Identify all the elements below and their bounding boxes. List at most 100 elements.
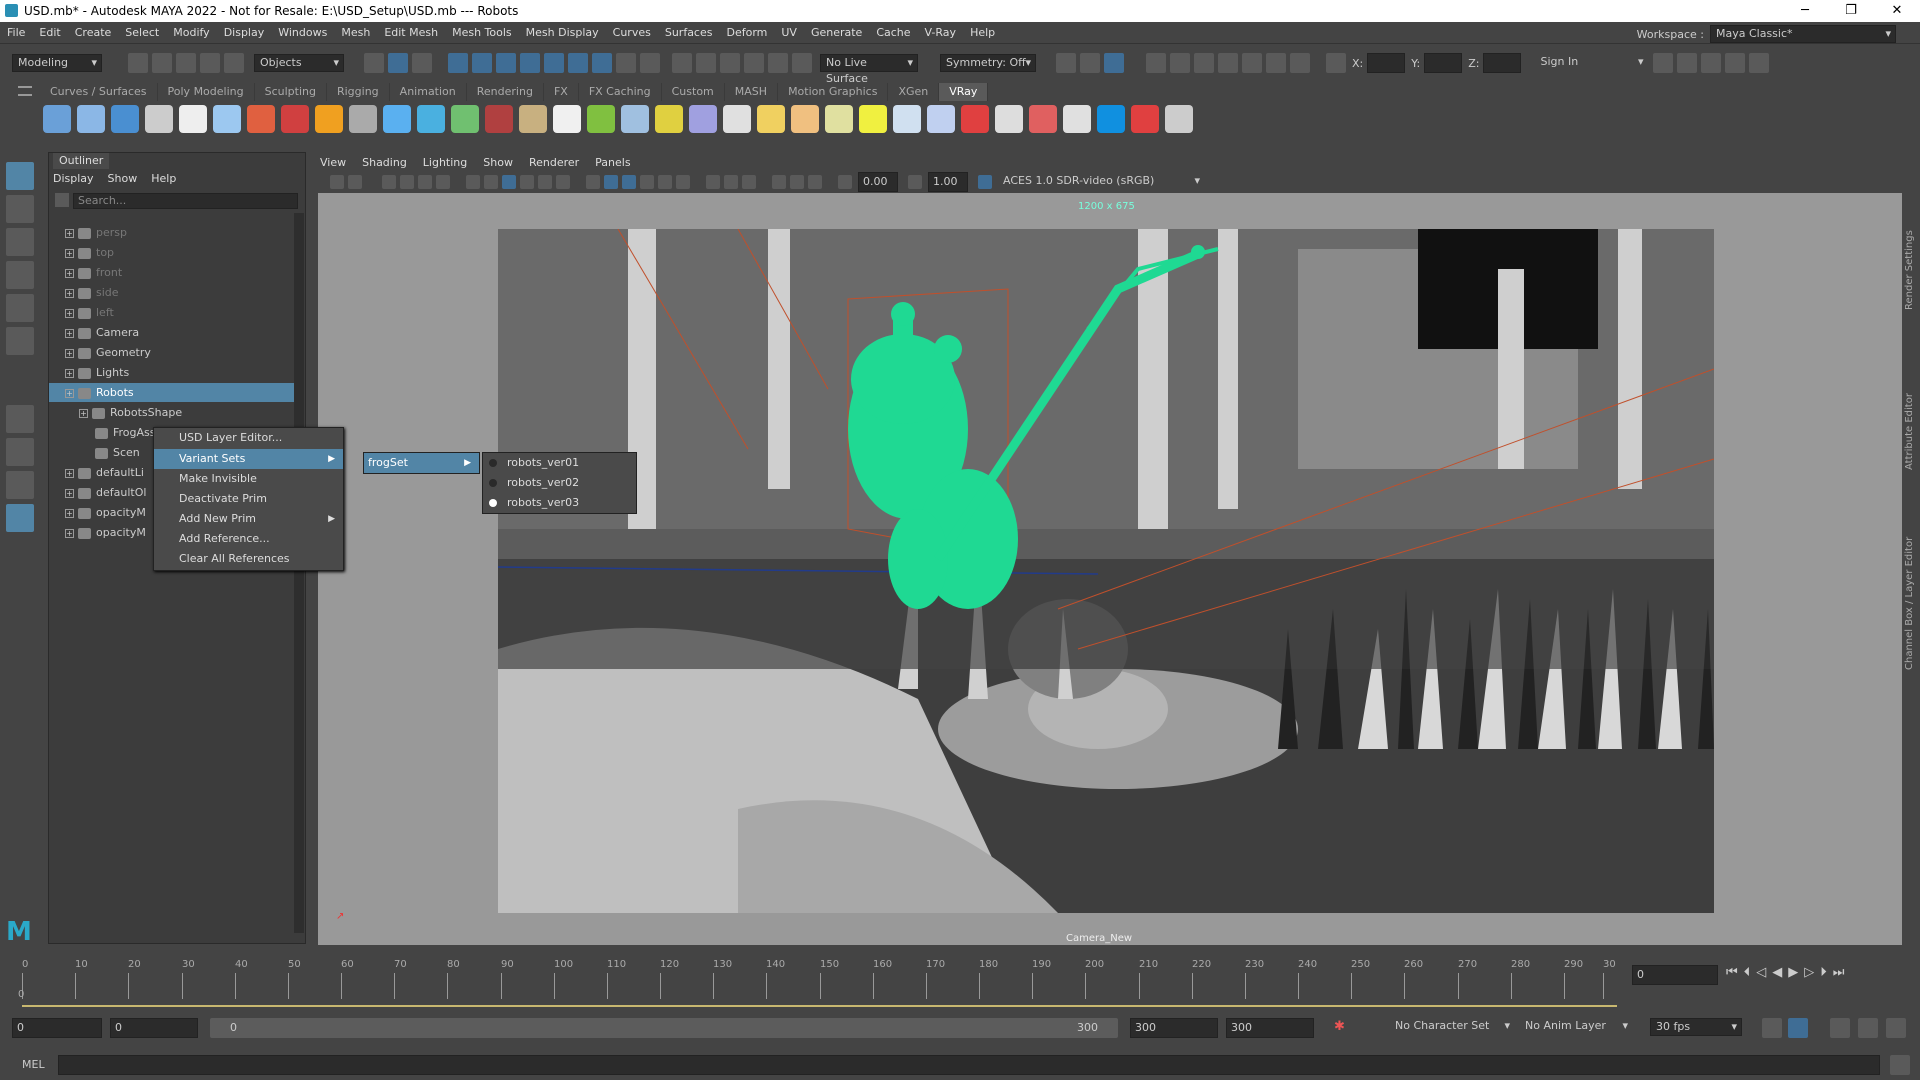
shelf-tool-icon[interactable] (859, 105, 887, 133)
snap-vertex-icon[interactable] (568, 53, 588, 73)
play-forward-icon[interactable]: ▶ (1788, 965, 1798, 980)
rotate-tool-icon[interactable] (6, 294, 34, 322)
playback-end-field[interactable]: 300 (1130, 1018, 1218, 1038)
menu-select[interactable]: Select (118, 22, 166, 44)
menu-item-frogset[interactable]: frogSet ▶ (364, 453, 479, 473)
anti-aliasing-icon[interactable] (742, 175, 756, 189)
shelf-tool-icon[interactable] (111, 105, 139, 133)
shelf-tool-icon[interactable] (655, 105, 683, 133)
camera-attributes-icon[interactable] (1056, 53, 1076, 73)
step-forward-key-icon[interactable]: ⏵ (1820, 965, 1827, 980)
loop-icon[interactable] (1762, 1018, 1782, 1038)
attribute-editor-toggle-icon[interactable] (1701, 53, 1722, 73)
shelf-tab-animation[interactable]: Animation (390, 83, 467, 101)
menu-edit-mesh[interactable]: Edit Mesh (377, 22, 445, 44)
step-forward-frame-icon[interactable]: ▷ (1804, 965, 1814, 980)
play-backward-icon[interactable]: ◀ (1772, 965, 1782, 980)
live-surface-field[interactable]: No Live Surface (820, 54, 918, 85)
shelf-tool-icon[interactable] (247, 105, 275, 133)
expand-icon[interactable]: + (65, 248, 74, 258)
script-editor-icon[interactable] (1890, 1055, 1910, 1075)
expand-icon[interactable]: + (65, 508, 74, 518)
expand-icon[interactable]: + (65, 268, 74, 278)
outliner-search-input[interactable]: Search... (73, 193, 298, 209)
shelf-tab-vray[interactable]: VRay (939, 83, 989, 101)
gamma-field[interactable]: 1.00 (928, 172, 968, 192)
safe-action-icon[interactable] (556, 175, 570, 189)
exposure-icon[interactable] (838, 175, 852, 189)
menu-item-add-new-prim[interactable]: Add New Prim ▶ (154, 509, 343, 529)
new-scene-icon[interactable] (128, 53, 148, 73)
paint-select-tool-icon[interactable] (6, 228, 34, 256)
shelf-tool-icon[interactable] (213, 105, 241, 133)
shelf-tool-icon[interactable] (485, 105, 513, 133)
shelf-tab-rigging[interactable]: Rigging (327, 83, 390, 101)
viewport-menu-view[interactable]: View (320, 156, 346, 169)
scene-end-field[interactable]: 300 (1226, 1018, 1314, 1038)
grid-icon[interactable] (466, 175, 480, 189)
viewport-3d[interactable]: 1200 x 675 ↗ Camera_New (318, 193, 1902, 945)
shelf-tool-icon[interactable] (417, 105, 445, 133)
shelf-tab-xgen[interactable]: XGen (888, 83, 940, 101)
expand-icon[interactable]: + (65, 528, 74, 538)
cache-playback-icon[interactable] (1788, 1018, 1808, 1038)
menu-surfaces[interactable]: Surfaces (658, 22, 720, 44)
ambient-occlusion-icon[interactable] (706, 175, 720, 189)
character-set-dropdown[interactable]: No Character Set (1390, 1018, 1514, 1036)
select-object-icon[interactable] (388, 53, 408, 73)
menu-vray[interactable]: V-Ray (918, 22, 964, 44)
menu-create[interactable]: Create (68, 22, 119, 44)
outliner-menu-show[interactable]: Show (108, 172, 138, 185)
shelf-tool-icon[interactable] (179, 105, 207, 133)
menu-mesh-tools[interactable]: Mesh Tools (445, 22, 519, 44)
use-all-lights-icon[interactable] (658, 175, 672, 189)
outliner-item[interactable]: + Geometry (49, 343, 294, 362)
undo-icon[interactable] (200, 53, 220, 73)
menu-item-make-invisible[interactable]: Make Invisible (154, 469, 343, 489)
auto-key-icon[interactable]: ✱ (1334, 1019, 1345, 1034)
fps-dropdown[interactable]: 30 fps (1650, 1018, 1742, 1036)
shelf-tool-icon[interactable] (349, 105, 377, 133)
batch-render-icon[interactable] (1194, 53, 1214, 73)
outliner-filter-icon[interactable] (55, 193, 69, 207)
expand-icon[interactable]: + (65, 328, 74, 338)
select-camera-icon[interactable] (330, 175, 344, 189)
single-pane-layout-icon[interactable] (6, 405, 34, 433)
snap-view-plane-icon[interactable] (520, 53, 540, 73)
outliner-item[interactable]: + front (49, 263, 294, 282)
xray-icon[interactable] (1080, 53, 1100, 73)
menu-item-variant-sets[interactable]: Variant Sets ▶ (154, 449, 343, 469)
shelf-tool-icon[interactable] (1029, 105, 1057, 133)
shelf-tool-icon[interactable] (519, 105, 547, 133)
menu-cache[interactable]: Cache (869, 22, 917, 44)
shelf-tool-icon[interactable] (689, 105, 717, 133)
view-transform-dropdown[interactable]: ACES 1.0 SDR-video (sRGB) (998, 173, 1204, 191)
modeling-toolkit-icon[interactable] (1653, 53, 1674, 73)
z-field[interactable] (1483, 53, 1522, 73)
expand-icon[interactable]: + (79, 408, 88, 418)
menu-uv[interactable]: UV (774, 22, 804, 44)
step-back-key-icon[interactable]: ⏴ (1744, 965, 1751, 980)
magnet-icon[interactable] (640, 53, 660, 73)
isolate-select-icon[interactable] (772, 175, 786, 189)
shelf-tool-icon[interactable] (315, 105, 343, 133)
camera-attributes-icon[interactable] (348, 175, 362, 189)
range-slider[interactable]: 0 300 (210, 1018, 1118, 1038)
channel-box-icon[interactable] (1749, 53, 1770, 73)
shelf-tab-fx-caching[interactable]: FX Caching (579, 83, 662, 101)
shelf-tab-curves-surfaces[interactable]: Curves / Surfaces (40, 83, 158, 101)
anim-prefs-icon[interactable] (1858, 1018, 1878, 1038)
scale-tool-icon[interactable] (6, 327, 34, 355)
outliner-item[interactable]: + persp (49, 223, 294, 242)
vray-render-icon[interactable] (1218, 53, 1238, 73)
wireframe-on-shaded-icon[interactable] (622, 175, 636, 189)
menu-modify[interactable]: Modify (166, 22, 216, 44)
viewport-menu-lighting[interactable]: Lighting (423, 156, 467, 169)
render-settings-icon[interactable] (768, 53, 788, 73)
expand-icon[interactable]: + (65, 348, 74, 358)
menu-generate[interactable]: Generate (804, 22, 869, 44)
menu-item-robots-ver02[interactable]: robots_ver02 (483, 473, 636, 493)
outliner-item[interactable]: + Camera (49, 323, 294, 342)
outliner-menu-help[interactable]: Help (151, 172, 176, 185)
close-icon[interactable]: ✕ (1874, 0, 1920, 22)
